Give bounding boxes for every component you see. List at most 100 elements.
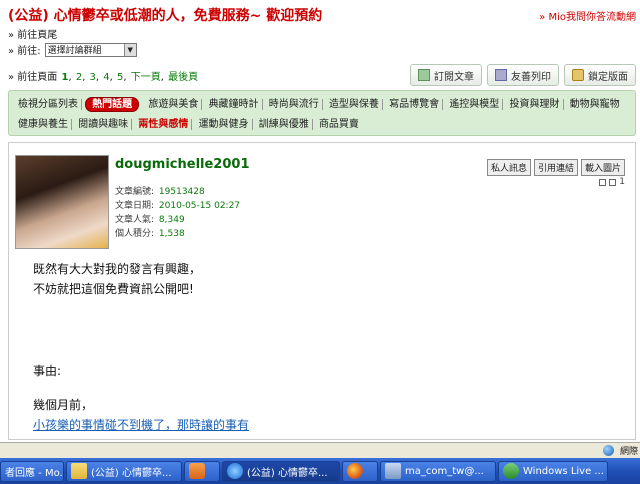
taskbar-item[interactable]: ma_com_tw@... — [380, 460, 496, 482]
meta-date-label: 文章日期: — [115, 201, 155, 211]
category-item-active[interactable]: 兩性與感情 — [135, 119, 193, 130]
media-player-icon — [189, 463, 205, 479]
taskbar-label: Windows Live ... — [523, 465, 604, 477]
taskbar-item-active[interactable]: (公益) 心情鬱卒... — [222, 460, 340, 482]
collapse-icon[interactable] — [609, 178, 617, 186]
folder-icon — [71, 463, 87, 479]
category-item[interactable]: 旅遊與美食 — [145, 99, 203, 110]
goto-group: » 前往: 選擇討論群組 ▼ — [8, 42, 137, 57]
post-meta: 文章編號: 19513428 文章日期: 2010-05-15 02:27 文章… — [115, 185, 240, 241]
quote-link-button[interactable]: 引用連結 — [533, 159, 578, 176]
taskbar-item[interactable] — [342, 460, 378, 482]
category-item[interactable]: 寫品博覽會 — [386, 99, 444, 110]
taskbar-label: (公益) 心情鬱卒... — [91, 467, 172, 479]
taskbar-item[interactable] — [184, 460, 220, 482]
subscribe-icon — [418, 69, 430, 81]
category-item[interactable]: 造型與保養 — [326, 99, 383, 110]
category-item[interactable]: 健康與養生 — [15, 119, 72, 130]
pager-label: » 前往頁面 — [8, 72, 58, 83]
internet-explorer-icon — [227, 463, 243, 479]
title-row: (公益) 心情鬱卒或低潮的人，免費服務~ 歡迎預約 » Mio我問你答流動網 — [8, 4, 636, 24]
chevron-down-icon[interactable]: ▼ — [123, 43, 136, 56]
meta-points-label: 個人積分: — [115, 229, 155, 239]
group-select-value: 選擇討論群組 — [47, 46, 102, 56]
private-message-button[interactable]: 私人訊息 — [486, 159, 531, 176]
post-body: 既然有大大對我的發言有興趣， 不妨就把這個免費資訊公開吧! 事由: 幾個月前， … — [33, 259, 249, 435]
category-item[interactable]: 時尚與流行 — [266, 99, 323, 110]
category-bar: 檢視分區列表 熱門話題 旅遊與美食 典藏鐘時計 時尚與流行 造型與保養 寫品博覽… — [8, 90, 636, 136]
taskbar-label: ma_com_tw@... — [405, 465, 484, 477]
category-item[interactable]: 閱讀與趣味 — [75, 119, 133, 130]
print-button[interactable]: 友善列印 — [487, 64, 559, 86]
category-item[interactable]: 檢視分區列表 — [15, 99, 82, 110]
browser-status-bar: 網際 — [0, 442, 640, 458]
page-link-3[interactable]: 3 — [90, 72, 96, 83]
meta-views-label: 文章人氣: — [115, 215, 155, 225]
page-link-2[interactable]: 2 — [76, 72, 82, 83]
body-line: 不妨就把這個免費資訊公開吧! — [33, 282, 194, 296]
body-spacer — [33, 381, 249, 395]
page-link-4[interactable]: 4 — [103, 72, 109, 83]
meta-id-row: 文章編號: 19513428 — [115, 185, 240, 199]
page-link-5[interactable]: 5 — [117, 72, 123, 83]
last-page-link[interactable]: 最後頁 — [168, 72, 198, 83]
lock-layout-button[interactable]: 鎖定版面 — [564, 64, 636, 86]
top-link[interactable]: » Mio我問你答流動網 — [539, 8, 636, 23]
meta-date-value: 2010-05-15 02:27 — [158, 201, 241, 211]
taskbar-item[interactable]: (公益) 心情鬱卒... — [66, 460, 182, 482]
group-select[interactable]: 選擇討論群組 ▼ — [44, 42, 137, 57]
body-spacer — [33, 299, 249, 361]
taskbar: 者回應 - Mo... (公益) 心情鬱卒... (公益) 心情鬱卒... ma… — [0, 458, 640, 484]
zone-label: 網際 — [619, 447, 638, 457]
goto-bottom-link[interactable]: » 前往頁尾 — [8, 26, 57, 41]
meta-views-row: 文章人氣: 8,349 — [115, 213, 240, 227]
expand-icon[interactable] — [599, 178, 607, 186]
meta-date-row: 文章日期: 2010-05-15 02:27 — [115, 199, 240, 213]
subscribe-button[interactable]: 訂閱文章 — [410, 64, 482, 86]
browser-page: (公益) 心情鬱卒或低潮的人，免費服務~ 歡迎預約 » Mio我問你答流動網 »… — [0, 0, 640, 484]
category-item[interactable]: 投資與理財 — [507, 99, 564, 110]
mail-icon — [385, 463, 401, 479]
category-item[interactable]: 運動與健身 — [196, 119, 253, 130]
globe-icon — [602, 445, 614, 456]
body-line: 事由: — [33, 364, 62, 378]
page-link-1[interactable]: 1 — [61, 72, 68, 83]
category-item[interactable]: 動物與寵物 — [567, 99, 623, 110]
post-container: dougmichelle2001 文章編號: 19513428 文章日期: 20… — [8, 142, 636, 440]
meta-views-value: 8,349 — [158, 215, 185, 225]
body-line: 既然有大大對我的發言有興趣， — [33, 262, 202, 276]
windows-live-icon — [503, 463, 519, 479]
body-line: 幾個月前， — [33, 398, 94, 412]
goto-label: » 前往: — [8, 46, 41, 57]
meta-id-value: 19513428 — [158, 187, 205, 197]
body-line-cut[interactable]: 小孩樂的事情碰不到機了，那時讓的事有 — [33, 415, 249, 435]
meta-points-row: 個人積分: 1,538 — [115, 227, 240, 241]
category-list: 檢視分區列表 熱門話題 旅遊與美食 典藏鐘時計 時尚與流行 造型與保養 寫品博覽… — [15, 95, 629, 135]
post-tools: 訂閱文章 友善列印 鎖定版面 — [410, 64, 636, 86]
category-item[interactable]: 商品買賣 — [316, 119, 362, 130]
post-floor: 1 — [599, 177, 625, 187]
taskbar-label: 者回應 - Mo... — [5, 467, 64, 479]
floor-number: 1 — [619, 177, 625, 187]
next-page-link[interactable]: 下一頁 — [131, 72, 161, 83]
print-label: 友善列印 — [511, 71, 551, 83]
lock-icon — [572, 69, 584, 81]
meta-points-value: 1,538 — [158, 229, 185, 239]
load-images-button[interactable]: 載入圖片 — [580, 159, 625, 176]
pager: » 前往頁面 1, 2, 3, 4, 5, 下一頁, 最後頁 — [8, 72, 199, 83]
taskbar-item[interactable]: Windows Live ... — [498, 460, 608, 482]
taskbar-item[interactable]: 者回應 - Mo... — [0, 460, 64, 482]
page-title: (公益) 心情鬱卒或低潮的人，免費服務~ 歡迎預約 — [8, 8, 323, 24]
hot-topics-badge[interactable]: 熱門話題 — [85, 97, 140, 112]
avatar[interactable] — [15, 155, 109, 249]
subscribe-label: 訂閱文章 — [434, 71, 474, 83]
lock-label: 鎖定版面 — [588, 71, 628, 83]
firefox-icon — [347, 463, 363, 479]
meta-id-label: 文章編號: — [115, 187, 155, 197]
author-name[interactable]: dougmichelle2001 — [115, 157, 250, 172]
category-item[interactable]: 訓練與優雅 — [256, 119, 313, 130]
category-item[interactable]: 遙控與模型 — [446, 99, 504, 110]
taskbar-label: (公益) 心情鬱卒... — [247, 467, 328, 479]
printer-icon — [495, 69, 507, 81]
category-item[interactable]: 典藏鐘時計 — [206, 99, 263, 110]
